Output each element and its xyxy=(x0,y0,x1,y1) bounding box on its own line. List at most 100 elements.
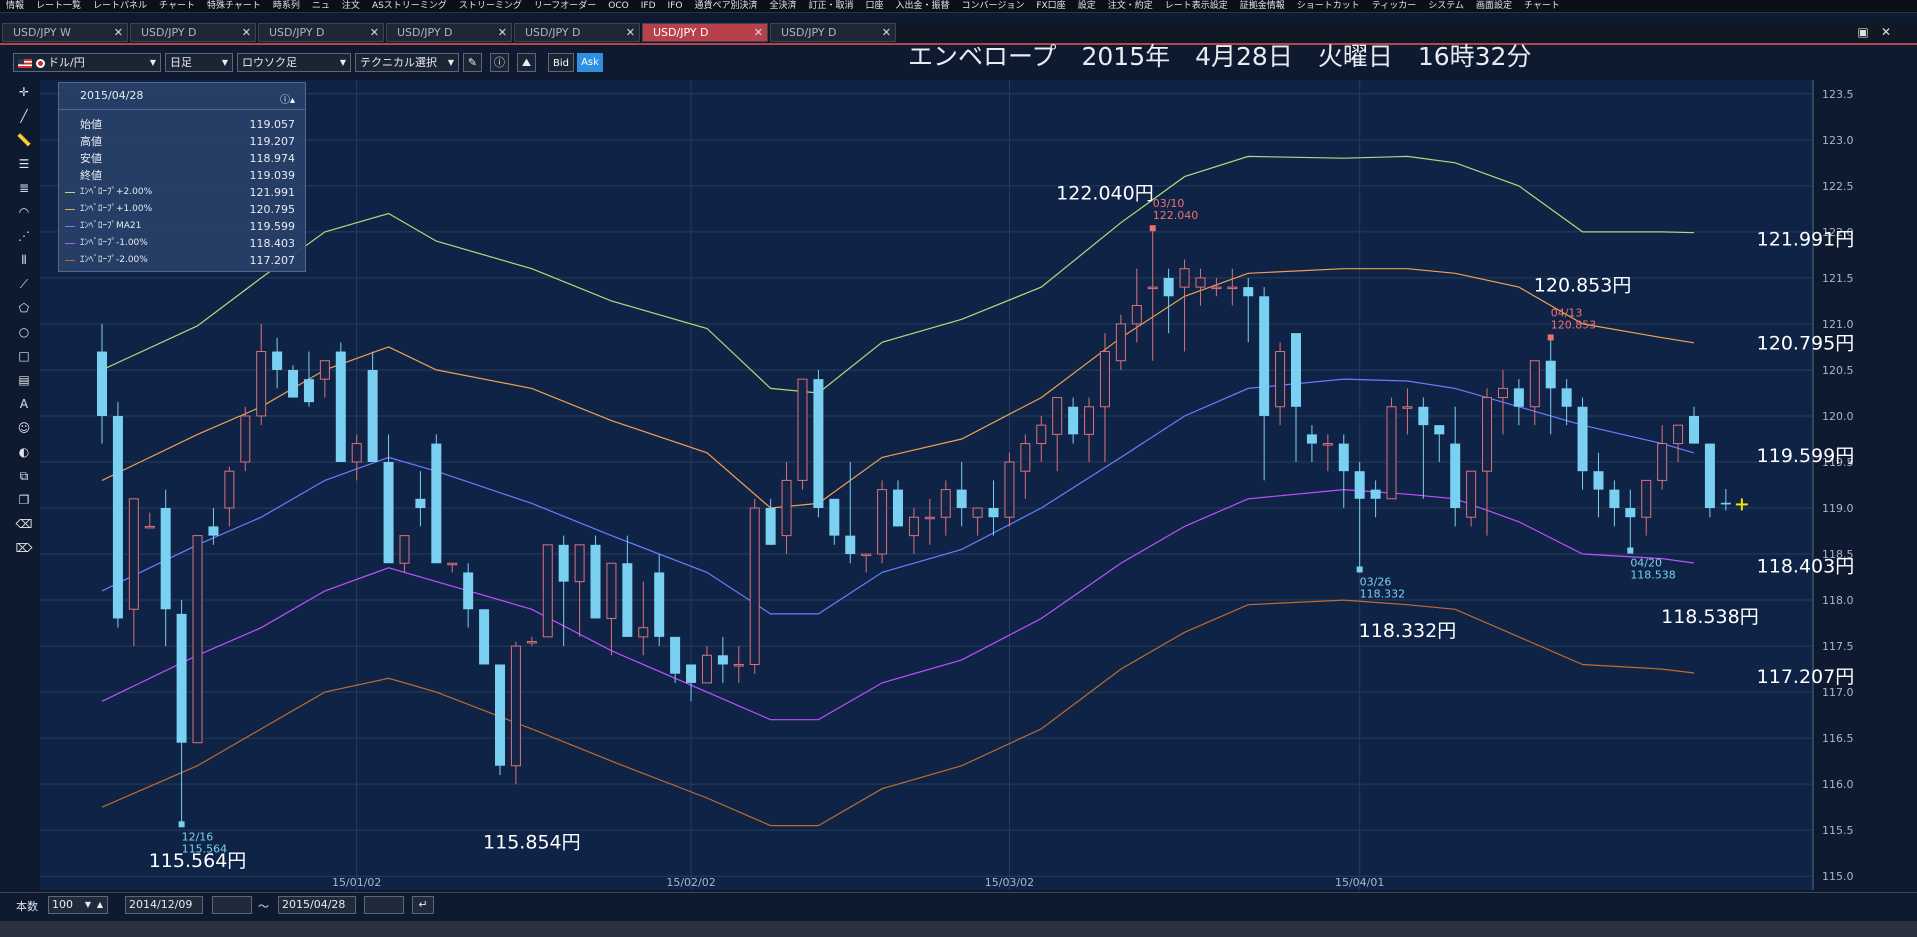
close-tab-icon[interactable]: ✕ xyxy=(498,24,507,42)
gann-icon[interactable]: ⟋ xyxy=(13,274,35,294)
menu-item[interactable]: ASストリーミング xyxy=(366,0,453,12)
close-tab-icon[interactable]: ✕ xyxy=(114,24,123,42)
date-from-input[interactable]: 2014/12/09 xyxy=(125,896,203,914)
menu-item[interactable]: IFO xyxy=(662,0,689,12)
chart-style-select[interactable]: ロウソク足 ▼ xyxy=(237,53,351,72)
trendline-icon[interactable]: ╱ xyxy=(13,106,35,126)
currency-pair-select[interactable]: ドル/円 ▼ xyxy=(13,53,161,72)
menu-item[interactable]: 入出金・振替 xyxy=(890,0,956,12)
candle-body xyxy=(1147,286,1158,290)
menu-item[interactable]: ストリーミング xyxy=(453,0,528,12)
crosshair-icon[interactable]: ✛ xyxy=(13,82,35,102)
menu-item[interactable]: ショートカット xyxy=(1291,0,1366,12)
tab-chart-6[interactable]: USD/JPY D ✕ xyxy=(770,23,896,42)
menu-item[interactable]: ニュ xyxy=(306,0,336,12)
menu-item[interactable]: 証拠金情報 xyxy=(1234,0,1291,12)
ruler-icon[interactable]: 📏 xyxy=(13,130,35,150)
candle-body xyxy=(1561,388,1572,407)
menu-item[interactable]: IFD xyxy=(635,0,662,12)
circle-icon[interactable]: ○ xyxy=(13,322,35,342)
menu-item[interactable]: 特殊チャート xyxy=(201,0,267,12)
menu-item[interactable]: FX口座 xyxy=(1030,0,1071,12)
info-row-value: 121.991 xyxy=(249,186,296,199)
menu-item[interactable]: チャート xyxy=(1518,0,1566,12)
tab-chart-5[interactable]: USD/JPY D ✕ xyxy=(642,23,768,42)
vertical-lines-icon[interactable]: ⦀ xyxy=(13,250,35,270)
tab-chart-1[interactable]: USD/JPY D ✕ xyxy=(130,23,256,42)
menu-item[interactable]: レート一覧 xyxy=(30,0,87,12)
info-row-label: ｴﾝﾍﾞﾛｰﾌﾟ+2.00% xyxy=(80,187,153,197)
menu-item[interactable]: 情報 xyxy=(0,0,30,12)
candle-body xyxy=(1402,406,1413,409)
close-window-icon[interactable]: ✕ xyxy=(1878,24,1894,40)
close-tab-icon[interactable]: ✕ xyxy=(242,24,251,42)
menu-item[interactable]: チャート xyxy=(153,0,201,12)
ask-button[interactable]: Ask xyxy=(577,53,603,72)
date-to-input[interactable]: 2015/04/28 xyxy=(278,896,356,914)
area-chart-icon[interactable]: ⛰ xyxy=(517,53,536,72)
candle-body xyxy=(956,489,967,509)
menu-item[interactable]: レートパネル xyxy=(87,0,153,12)
tab-chart-0[interactable]: USD/JPY W ✕ xyxy=(2,23,128,42)
bid-button[interactable]: Bid xyxy=(548,53,574,72)
info-icon[interactable]: ⓘ xyxy=(490,53,509,72)
menu-item[interactable]: リーフオーダー xyxy=(528,0,602,12)
close-tab-icon[interactable]: ✕ xyxy=(626,24,635,42)
info-box-controls-icon[interactable]: ⓘ▴ xyxy=(280,88,295,114)
fan-icon[interactable]: ⋰ xyxy=(13,226,35,246)
menu-item[interactable]: 口座 xyxy=(859,0,889,12)
menu-item[interactable]: 通貨ペア別決済 xyxy=(688,0,763,12)
menu-item[interactable]: 訂正・取消 xyxy=(802,0,859,12)
time-to-input[interactable] xyxy=(364,896,404,914)
candle-body xyxy=(861,553,872,557)
decrease-icon[interactable]: ▼ xyxy=(85,897,91,913)
tab-chart-2[interactable]: USD/JPY D ✕ xyxy=(258,23,384,42)
menu-item[interactable]: ティッカー xyxy=(1366,0,1422,12)
increase-icon[interactable]: ▲ xyxy=(97,897,103,913)
time-from-input[interactable] xyxy=(212,896,252,914)
candlestick-chart[interactable]: 123.5123.0122.5122.0121.5121.0120.5120.0… xyxy=(40,80,1917,892)
technical-select[interactable]: テクニカル選択 ▼ xyxy=(355,53,459,72)
menu-item[interactable]: コンバージョン xyxy=(956,0,1031,12)
menu-item[interactable]: 注文 xyxy=(336,0,366,12)
tab-label: USD/JPY W xyxy=(13,26,71,39)
horizontal-line-icon[interactable]: ☰ xyxy=(13,154,35,174)
info-row-label: ｴﾝﾍﾞﾛｰﾌﾟMA21 xyxy=(80,221,142,231)
return-icon[interactable]: ↵ xyxy=(412,896,434,914)
menu-item[interactable]: 設定 xyxy=(1072,0,1102,12)
candle-body xyxy=(1004,461,1015,518)
menu-item[interactable]: レート表示設定 xyxy=(1159,0,1234,12)
close-tab-icon[interactable]: ✕ xyxy=(882,24,891,42)
copy-icon[interactable]: ⧉ xyxy=(13,466,35,486)
bar-count-input[interactable]: 100 ▼ ▲ xyxy=(48,896,108,914)
eraser-icon[interactable]: ⌫ xyxy=(13,514,35,534)
menu-item[interactable]: 画面設定 xyxy=(1470,0,1518,12)
magnet-icon[interactable]: ◐ xyxy=(13,442,35,462)
pencil-icon[interactable]: ✎ xyxy=(463,53,482,72)
candle-body xyxy=(479,609,490,665)
menu-item[interactable]: システム xyxy=(1422,0,1470,12)
layers-icon[interactable]: ❐ xyxy=(13,490,35,510)
menu-item[interactable]: 全決済 xyxy=(763,0,802,12)
maximize-window-icon[interactable]: ▣ xyxy=(1855,24,1871,40)
menu-item[interactable]: 注文・約定 xyxy=(1102,0,1159,12)
menu-item[interactable]: 時系列 xyxy=(267,0,306,12)
rectangle-icon[interactable]: □ xyxy=(13,346,35,366)
close-tab-icon[interactable]: ✕ xyxy=(370,24,379,42)
emoji-icon[interactable]: ☺ xyxy=(13,418,35,438)
period-select[interactable]: 日足 ▼ xyxy=(165,53,233,72)
price-callout: 118.538円 xyxy=(1661,606,1759,628)
erase-all-icon[interactable]: ⌦ xyxy=(13,538,35,558)
close-tab-icon[interactable]: ✕ xyxy=(754,24,763,42)
arc-icon[interactable]: ◠ xyxy=(13,202,35,222)
tab-chart-4[interactable]: USD/JPY D ✕ xyxy=(514,23,640,42)
pentagon-icon[interactable]: ⬠ xyxy=(13,298,35,318)
fibonacci-icon[interactable]: ≣ xyxy=(13,178,35,198)
channel-icon[interactable]: ▤ xyxy=(13,370,35,390)
candle-body xyxy=(1593,471,1604,490)
text-icon[interactable]: A xyxy=(13,394,35,414)
menu-item[interactable]: OCO xyxy=(602,0,634,12)
tab-chart-3[interactable]: USD/JPY D ✕ xyxy=(386,23,512,42)
tab-label: USD/JPY D xyxy=(781,26,837,39)
candle-body xyxy=(1115,323,1126,362)
